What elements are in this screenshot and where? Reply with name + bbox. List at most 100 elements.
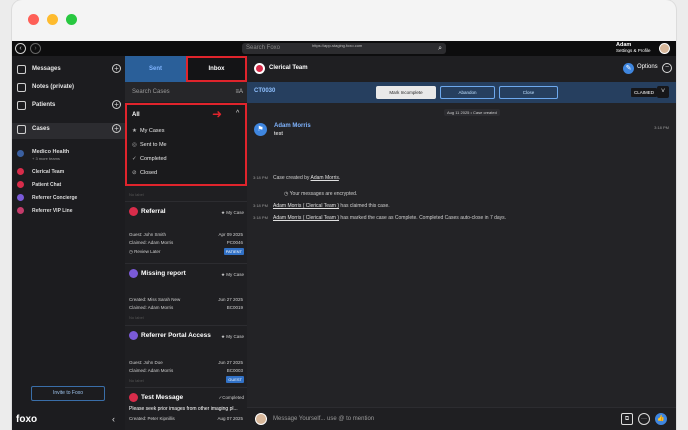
encrypted-notice: ◷ Your messages are encrypted. xyxy=(284,191,358,197)
patients-icon xyxy=(17,101,26,110)
add-patient-icon[interactable]: + xyxy=(112,100,121,109)
user-menu[interactable]: Adam Settings & Profile xyxy=(616,42,651,54)
system-message: 3:18 PM Adam Morris ( Clerical Team ) has… xyxy=(253,215,506,221)
attach-icon[interactable]: ⧉ xyxy=(621,413,633,425)
message-text: test xyxy=(274,131,283,137)
case-claimed: Created: Peter Kipnillis xyxy=(129,416,175,421)
case-bar: CT0030 Mark Incomplete Abandon Close CLA… xyxy=(247,82,676,103)
system-message: 3:18 PM Adam Morris ( Clerical Team ) has… xyxy=(253,203,390,209)
composer: Message Yourself... use @ to mention ⧉ ·… xyxy=(247,407,676,430)
add-message-icon[interactable]: + xyxy=(112,64,121,73)
team-icon xyxy=(17,181,24,188)
sidebar-item-notes[interactable]: Notes (private) xyxy=(12,81,125,95)
team-icon xyxy=(129,393,138,402)
team-icon xyxy=(17,194,24,201)
avatar xyxy=(255,413,267,425)
case-date: Aug 07 2025 xyxy=(217,416,243,421)
bell-icon: ⚑ xyxy=(254,123,267,136)
add-case-icon[interactable]: + xyxy=(112,124,121,133)
user-link[interactable]: Adam Morris ( Clerical Team ) xyxy=(273,215,339,221)
sidebar-item-patients[interactable]: Patients + xyxy=(12,99,125,113)
case-guest: Guest: John Doe xyxy=(129,360,163,365)
minus-icon[interactable]: − xyxy=(662,63,672,73)
message-text: has marked the case as Complete. Complet… xyxy=(339,215,507,221)
chevron-down-icon[interactable]: ˅ xyxy=(657,86,669,98)
case-claimed: Claimed: Adam Morris xyxy=(129,240,174,245)
browser-window: ‹ › Search Foxo https://app-staging.foxo… xyxy=(12,0,676,430)
case-claimed-row: Created: Peter Kipnillis Aug 07 2025 xyxy=(129,416,243,421)
gear-icon[interactable]: ✎ xyxy=(623,63,634,74)
sort-icon[interactable]: ≡A xyxy=(235,82,243,102)
sidebar-item-label: Messages xyxy=(32,66,61,72)
thumbs-up-icon[interactable]: 👍 xyxy=(655,413,667,425)
user-link[interactable]: Adam Morris xyxy=(311,175,339,181)
collapse-sidebar-icon[interactable]: ‹ xyxy=(112,414,115,424)
team-item[interactable]: Patient Chat xyxy=(12,179,125,190)
case-date: Apr 09 2025 xyxy=(218,232,243,237)
search-placeholder: Search Foxo xyxy=(246,45,281,51)
case-card[interactable]: Referral ★ My Case Guest: John Smith Apr … xyxy=(125,201,247,263)
case-preview-row: Please seek prior images from other imag… xyxy=(129,406,243,412)
cases-panel: Sent Inbox Search Cases ≡A All ➜ ^ ★ My C… xyxy=(125,56,247,430)
message-icon xyxy=(17,65,26,74)
case-search-placeholder: Search Cases xyxy=(132,89,170,95)
case-label: No label xyxy=(129,315,144,320)
url-label: https://app-staging.foxo.com xyxy=(312,43,363,48)
case-title: Missing report xyxy=(141,270,186,277)
close-window-icon[interactable] xyxy=(28,14,39,25)
case-title: Test Message xyxy=(141,394,184,401)
case-tag: ★ My Case xyxy=(220,210,244,215)
case-code: BC0003 xyxy=(226,368,243,373)
message-time: 3:18 PM xyxy=(253,215,268,220)
message-input[interactable]: Message Yourself... use @ to mention xyxy=(273,416,374,422)
case-review[interactable]: ◷ Review Later xyxy=(129,249,160,254)
case-code: PC0046 xyxy=(226,240,243,245)
sidebar-item-label: Patients xyxy=(32,102,56,108)
team-item[interactable]: Referrer Concierge xyxy=(12,192,125,203)
sidebar-item-label: Cases xyxy=(32,126,50,132)
team-icon xyxy=(129,331,138,340)
message-text: . xyxy=(338,175,341,181)
case-preview: Please seek prior images from other imag… xyxy=(129,406,238,412)
search-input[interactable]: Search Foxo https://app-staging.foxo.com… xyxy=(242,43,446,54)
invite-button[interactable]: Invite to Foxo xyxy=(31,386,105,401)
search-icon[interactable]: ⌕ xyxy=(438,43,442,54)
sidebar-item-cases[interactable]: Cases + xyxy=(12,123,125,139)
sidebar-item-messages[interactable]: Messages + xyxy=(12,63,125,77)
options-button[interactable]: Options xyxy=(637,64,658,70)
team-item[interactable]: Clerical Team xyxy=(12,166,125,177)
message-time: 3:18 PM xyxy=(654,125,669,130)
case-card[interactable]: Referrer Portal Access ★ My Case Guest: … xyxy=(125,325,247,387)
case-claimed-row: Claimed: Adam Morris BC0003 xyxy=(129,368,243,373)
case-search-input[interactable]: Search Cases ≡A xyxy=(125,82,247,102)
maximize-window-icon[interactable] xyxy=(66,14,77,25)
case-claimed: Claimed: Adam Morris xyxy=(129,305,174,310)
case-card[interactable]: Missing report ★ My Case Created: Miss S… xyxy=(125,263,247,325)
forward-icon[interactable]: › xyxy=(30,43,41,54)
window-controls xyxy=(28,14,77,25)
user-link[interactable]: Adam Morris ( Clerical Team ) xyxy=(273,203,339,209)
chat-team-name: Clerical Team xyxy=(269,65,308,71)
mark-incomplete-button[interactable]: Mark Incomplete xyxy=(376,86,436,99)
team-icon xyxy=(129,269,138,278)
case-claimed: Claimed: Adam Morris xyxy=(129,368,174,373)
chat-panel: Clerical Team ✎ Options − CT0030 Mark In… xyxy=(247,56,676,430)
team-item[interactable]: Referrer VIP Line xyxy=(12,205,125,216)
org-item[interactable]: Medico Health + 3 more teams xyxy=(12,148,125,162)
case-card[interactable]: Test Message ✓Completed Please seek prio… xyxy=(125,387,247,430)
sidebar-item-label: Notes (private) xyxy=(32,84,75,90)
system-message: ◷ Your messages are encrypted. xyxy=(284,191,357,197)
minimize-window-icon[interactable] xyxy=(47,14,58,25)
close-case-button[interactable]: Close xyxy=(499,86,558,99)
more-icon[interactable]: ··· xyxy=(638,413,650,425)
message-text: has claimed this case. xyxy=(339,203,390,209)
case-id[interactable]: CT0030 xyxy=(254,88,275,94)
message-author: Adam Morris xyxy=(274,123,311,129)
case-title: Referrer Portal Access xyxy=(141,332,211,339)
avatar[interactable] xyxy=(659,43,670,54)
back-icon[interactable]: ‹ xyxy=(15,43,26,54)
team-label: Referrer VIP Line xyxy=(32,208,73,214)
guest-badge: GUEST xyxy=(226,376,244,383)
tab-sent[interactable]: Sent xyxy=(125,56,186,82)
abandon-button[interactable]: Abandon xyxy=(440,86,495,99)
